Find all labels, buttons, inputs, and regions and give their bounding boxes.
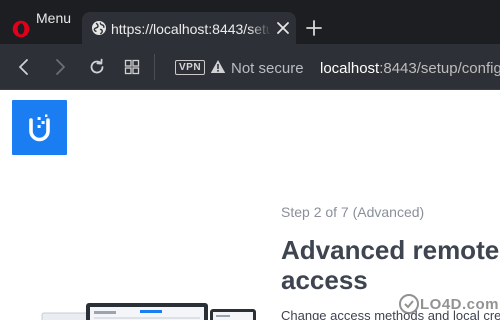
- plus-icon[interactable]: [305, 19, 323, 37]
- page-title-line-1: Advanced remote a: [281, 235, 500, 265]
- chevron-right-icon[interactable]: [52, 58, 68, 76]
- devices-illustration: [41, 303, 256, 320]
- tab-strip: Menu https://localhost:8443/setup: [0, 0, 500, 44]
- opera-logo-icon: [12, 20, 30, 38]
- tab-title: https://localhost:8443/setup: [111, 21, 271, 37]
- ubiquiti-logo-icon[interactable]: [12, 100, 67, 155]
- vpn-badge[interactable]: VPN: [175, 60, 206, 75]
- browser-tab-active[interactable]: https://localhost:8443/setup: [82, 12, 296, 44]
- toolbar-separator: [154, 54, 155, 80]
- address-field[interactable]: localhost:8443/setup/configu: [320, 60, 500, 77]
- page-content: Step 2 of 7 (Advanced) Advanced remote a…: [0, 90, 500, 320]
- url-host: localhost: [320, 60, 380, 77]
- close-icon[interactable]: [274, 19, 292, 37]
- url-path: :8443/setup/configu: [379, 60, 500, 77]
- address-toolbar: VPN Not secure localhost:8443/setup/conf…: [0, 44, 500, 90]
- page-title: Advanced remote a access: [281, 235, 500, 295]
- tab-snapshot-icon[interactable]: [124, 59, 140, 75]
- security-status[interactable]: Not secure: [231, 60, 304, 77]
- chevron-left-icon[interactable]: [16, 58, 32, 76]
- globe-icon: [92, 21, 106, 35]
- watermark-text: LO4D.com: [420, 296, 500, 313]
- warning-icon[interactable]: [210, 59, 226, 74]
- menu-label[interactable]: Menu: [36, 10, 71, 26]
- reload-icon[interactable]: [88, 58, 106, 76]
- setup-step-indicator: Step 2 of 7 (Advanced): [281, 204, 425, 220]
- page-title-line-2: access: [281, 265, 368, 295]
